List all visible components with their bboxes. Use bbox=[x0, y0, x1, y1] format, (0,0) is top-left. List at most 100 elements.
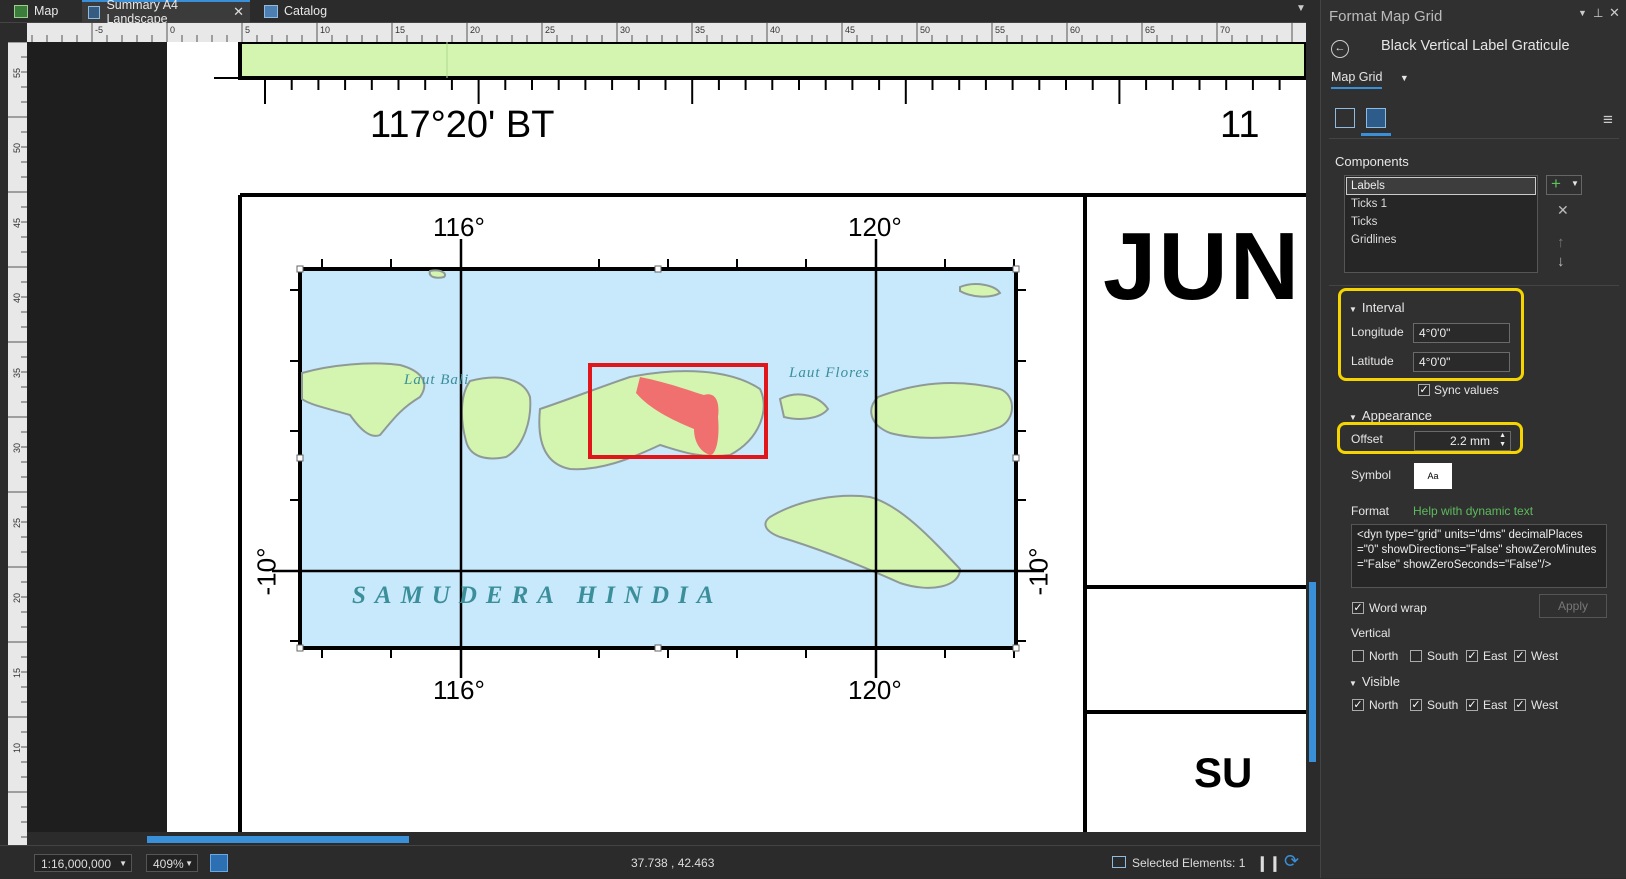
ruler-tick-label: 30 bbox=[12, 443, 22, 453]
visible-north-checkbox[interactable] bbox=[1352, 699, 1364, 711]
horizontal-scrollbar-thumb[interactable] bbox=[147, 836, 409, 843]
map-grid-dropdown[interactable]: Map Grid ▼ bbox=[1331, 70, 1409, 89]
chevron-down-icon: ▼ bbox=[185, 859, 193, 868]
latitude-label-left: -10° bbox=[251, 547, 282, 596]
visible-east-checkbox[interactable] bbox=[1466, 699, 1478, 711]
document-tab-bar: Map Summary A4 Landscape ✕ Catalog ▼ bbox=[0, 0, 1320, 26]
format-text-box[interactable]: <dyn type="grid" units="dms" decimalPlac… bbox=[1351, 524, 1607, 588]
move-down-icon[interactable]: ↓ bbox=[1557, 253, 1565, 270]
offset-input[interactable]: 2.2 mm ▲ ▼ bbox=[1414, 431, 1511, 451]
move-up-icon[interactable]: ↑ bbox=[1557, 234, 1565, 251]
pause-icon[interactable]: ❙❙ bbox=[1256, 854, 1281, 872]
vertical-west-checkbox[interactable] bbox=[1514, 650, 1526, 662]
ruler-tick-label: 20 bbox=[12, 593, 22, 603]
longitude-label-top-right: 120° bbox=[848, 212, 902, 242]
vertical-west-label: West bbox=[1531, 649, 1559, 663]
longitude-label-top-left: 116° bbox=[433, 212, 485, 242]
word-wrap-checkbox[interactable] bbox=[1352, 602, 1364, 614]
map-icon bbox=[14, 4, 28, 18]
grid-snap-icon[interactable] bbox=[210, 854, 228, 872]
top-coordinate-label-cut: 11 bbox=[1220, 104, 1260, 146]
latitude-label-right: -10° bbox=[1023, 547, 1054, 596]
samudera-hindia-label: SAMUDERA HINDIA bbox=[352, 582, 723, 609]
pane-options-icon[interactable]: ▼ bbox=[1578, 8, 1587, 18]
symbol-preview-button[interactable]: Aa bbox=[1414, 463, 1452, 489]
vertical-east-checkbox[interactable] bbox=[1466, 650, 1478, 662]
vertical-north-checkbox[interactable] bbox=[1352, 650, 1364, 662]
visible-south-checkbox[interactable] bbox=[1410, 699, 1422, 711]
ruler-tick-label: 20 bbox=[470, 25, 480, 35]
help-dynamic-text-link[interactable]: Help with dynamic text bbox=[1413, 504, 1533, 518]
visible-west-label: West bbox=[1531, 698, 1559, 712]
flores-island bbox=[870, 381, 1013, 439]
grid-properties-tab-icon[interactable] bbox=[1335, 108, 1355, 128]
tab-catalog[interactable]: Catalog bbox=[258, 0, 333, 22]
ruler-tick-label: 70 bbox=[1220, 25, 1230, 35]
laut-flores-label: Laut Flores bbox=[789, 365, 870, 381]
selected-elements-count: Selected Elements: 1 bbox=[1132, 856, 1246, 870]
layout-icon bbox=[88, 5, 101, 19]
horizontal-scrollbar[interactable] bbox=[27, 832, 1306, 845]
tab-map-label: Map bbox=[34, 4, 59, 18]
element-name: Black Vertical Label Graticule bbox=[1381, 38, 1570, 54]
apply-button[interactable]: Apply bbox=[1539, 594, 1607, 618]
zoom-selector[interactable]: 409% ▼ bbox=[146, 854, 198, 872]
visible-heading[interactable]: ▼ Visible bbox=[1349, 674, 1400, 689]
format-pane: Format Map Grid ▼ ⊥ ✕ ← Black Vertical L… bbox=[1320, 0, 1626, 878]
chevron-down-icon: ▼ bbox=[119, 859, 127, 868]
vertical-scrollbar-thumb[interactable] bbox=[1309, 582, 1316, 762]
appearance-heading[interactable]: ▼ Appearance bbox=[1349, 408, 1432, 423]
grid-components-tab-icon[interactable] bbox=[1361, 104, 1391, 136]
ruler-tick-label: 25 bbox=[12, 518, 22, 528]
pane-title: Format Map Grid bbox=[1329, 8, 1443, 25]
ruler-tick-label: 10 bbox=[12, 743, 22, 753]
component-labels[interactable]: Labels bbox=[1346, 177, 1536, 195]
tab-overflow-icon[interactable]: ▼ bbox=[1296, 3, 1306, 14]
component-gridlines[interactable]: Gridlines bbox=[1351, 231, 1396, 249]
visible-west-checkbox[interactable] bbox=[1514, 699, 1526, 711]
interval-heading[interactable]: ▼ Interval bbox=[1349, 300, 1405, 315]
ruler-tick-label: 35 bbox=[695, 25, 705, 35]
menu-icon[interactable]: ≡ bbox=[1603, 110, 1613, 130]
chevron-down-icon: ▼ bbox=[1349, 305, 1357, 314]
tab-summary-a4-landscape[interactable]: Summary A4 Landscape ✕ bbox=[82, 0, 250, 26]
ruler-tick-label: 5 bbox=[245, 25, 250, 35]
spinner-icon[interactable]: ▲ ▼ bbox=[1499, 431, 1506, 449]
map-frame[interactable]: 116° 120° 116° 120° -10° -10° Laut Bali … bbox=[252, 212, 1054, 705]
plus-icon: + bbox=[1551, 174, 1561, 193]
ruler-tick-label: 15 bbox=[395, 25, 405, 35]
selected-elements-icon bbox=[1112, 856, 1126, 868]
vertical-south-checkbox[interactable] bbox=[1410, 650, 1422, 662]
scale-selector[interactable]: 1:16,000,000 ▼ bbox=[34, 854, 132, 872]
layout-canvas[interactable]: 117°20' BT 11 JUN SU 116° 120° 116° 120°… bbox=[27, 42, 1306, 845]
close-icon[interactable]: ✕ bbox=[1609, 5, 1620, 21]
chevron-down-icon: ▼ bbox=[1571, 179, 1579, 188]
ruler-tick-label: 45 bbox=[12, 218, 22, 228]
tab-map[interactable]: Map bbox=[8, 0, 64, 22]
close-icon[interactable]: ✕ bbox=[233, 4, 244, 20]
remove-icon[interactable]: ✕ bbox=[1557, 202, 1569, 219]
vertical-scrollbar[interactable] bbox=[1306, 22, 1320, 845]
pin-icon[interactable]: ⊥ bbox=[1593, 6, 1603, 20]
ruler-tick-label: 60 bbox=[1070, 25, 1080, 35]
format-label: Format bbox=[1351, 504, 1390, 518]
refresh-icon[interactable]: ⟳ bbox=[1284, 851, 1299, 872]
vertical-heading: Vertical bbox=[1351, 626, 1391, 640]
catalog-icon bbox=[264, 4, 278, 18]
small-island bbox=[428, 269, 446, 279]
sync-values-checkbox[interactable] bbox=[1418, 384, 1430, 396]
longitude-label-bottom-right: 120° bbox=[848, 675, 902, 705]
back-icon[interactable]: ← bbox=[1331, 40, 1349, 58]
component-ticks[interactable]: Ticks bbox=[1351, 213, 1377, 231]
component-ticks-1[interactable]: Ticks 1 bbox=[1351, 195, 1387, 213]
latitude-input[interactable]: 4°0'0" bbox=[1413, 352, 1510, 372]
longitude-label-bottom-left: 116° bbox=[433, 675, 485, 705]
ruler-tick-label: 40 bbox=[12, 293, 22, 303]
laut-bali-label: Laut Bali bbox=[404, 372, 470, 388]
ruler-tick-label: 50 bbox=[12, 143, 22, 153]
vertical-south-label: South bbox=[1427, 649, 1459, 663]
layout-title: JUN bbox=[1103, 213, 1302, 320]
components-list[interactable]: Labels Ticks 1 Ticks Gridlines bbox=[1344, 175, 1538, 273]
longitude-input[interactable]: 4°0'0" bbox=[1413, 323, 1510, 343]
add-component-button[interactable]: + ▼ bbox=[1546, 174, 1582, 195]
